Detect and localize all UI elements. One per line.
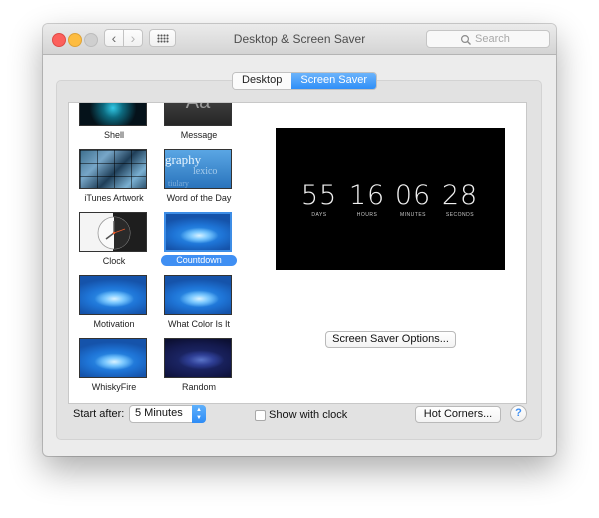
show-all-button[interactable] (149, 29, 176, 47)
screen-saver-label: Word of the Day (166, 193, 232, 203)
show-with-clock-checkbox[interactable] (255, 410, 266, 421)
itunes-artwork-thumbnail (79, 149, 147, 189)
show-with-clock-label[interactable]: Show with clock (269, 409, 347, 421)
grid-icon (157, 34, 169, 43)
message-thumb-text: Aa (185, 102, 211, 113)
countdown-value: 55 (300, 180, 338, 211)
countdown-hours: 16 HOURS (344, 180, 390, 219)
countdown-days: 55 DAYS (296, 180, 342, 219)
countdown-caption: HOURS (356, 212, 378, 218)
screen-saver-list[interactable]: Shell Aa Message iTunes Artwork graphy l… (68, 102, 257, 404)
countdown-value: 06 (394, 180, 432, 211)
screen-saver-label: Countdown (161, 255, 237, 266)
tab-screen-saver[interactable]: Screen Saver (291, 73, 377, 89)
motivation-thumbnail (79, 275, 147, 315)
whiskyfire-thumbnail (79, 338, 147, 378)
help-button[interactable]: ? (510, 405, 527, 422)
updown-arrows-icon: ▲ ▼ (192, 405, 206, 423)
minimize-window-button[interactable] (68, 33, 82, 47)
hot-corners-button[interactable]: Hot Corners... (415, 406, 501, 423)
clock-face-icon (97, 216, 131, 250)
start-after-popup[interactable]: 5 Minutes ▲ ▼ (129, 405, 206, 423)
tab-bar: Desktop Screen Saver (232, 72, 378, 90)
start-after-value: 5 Minutes (135, 407, 183, 419)
chevron-left-icon: ‹ (111, 30, 117, 46)
countdown-value: 16 (348, 180, 386, 211)
search-icon (460, 34, 471, 45)
title-bar: ‹ › Desktop & Screen Saver Search (43, 24, 556, 55)
what-color-is-it-thumbnail (164, 275, 232, 315)
countdown-caption: SECONDS (445, 212, 475, 218)
chevron-right-icon: › (130, 30, 136, 46)
start-after-label: Start after: (73, 408, 125, 420)
back-button[interactable]: ‹ (104, 29, 124, 47)
countdown-minutes: 06 MINUTES (390, 180, 436, 219)
preferences-window: ‹ › Desktop & Screen Saver Search Deskto… (43, 24, 556, 456)
close-window-button[interactable] (52, 33, 66, 47)
window-title: Desktop & Screen Saver (233, 32, 366, 46)
word-of-the-day-thumbnail: graphy lexico tiulary (164, 149, 232, 189)
clock-thumbnail (79, 212, 147, 252)
forward-button[interactable]: › (123, 29, 143, 47)
countdown-thumbnail (164, 212, 232, 252)
word-thumb-text: tiulary (168, 179, 189, 188)
search-placeholder: Search (475, 33, 510, 45)
random-thumbnail (164, 338, 232, 378)
search-field[interactable]: Search (426, 30, 550, 48)
screen-saver-label: What Color Is It (167, 319, 230, 329)
screen-saver-options-button[interactable]: Screen Saver Options... (325, 331, 456, 348)
zoom-window-button[interactable] (84, 33, 98, 47)
message-thumbnail: Aa (164, 102, 232, 126)
shell-thumbnail (79, 103, 147, 126)
tab-desktop[interactable]: Desktop (233, 73, 292, 89)
screen-saver-preview: 55 DAYS 16 HOURS 06 MINUTES 28 SECONDS (276, 128, 505, 270)
word-thumb-text: lexico (193, 166, 218, 177)
countdown-caption: MINUTES (400, 212, 426, 218)
countdown-value: 28 (441, 180, 479, 211)
help-icon: ? (515, 407, 522, 419)
countdown-caption: DAYS (311, 212, 327, 218)
screen-saver-label: Message (180, 130, 218, 140)
screen-saver-label: Random (181, 382, 217, 392)
countdown-seconds: 28 SECONDS (437, 180, 483, 219)
screen-saver-label: Clock (102, 256, 126, 266)
word-thumb-text: graphy (165, 152, 202, 167)
